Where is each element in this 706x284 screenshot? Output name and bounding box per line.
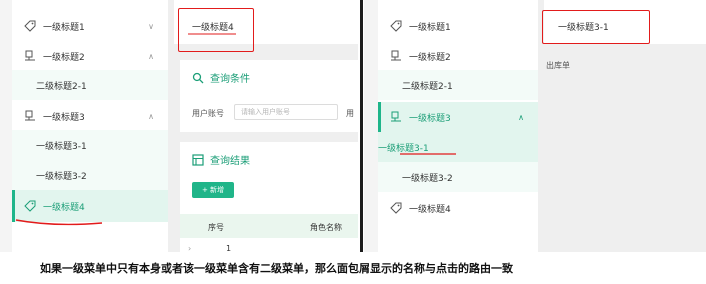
red-underline-annotation (188, 33, 236, 35)
submenu-item-2-1[interactable]: 二级标题2-1 (378, 70, 538, 100)
menu-item-label: 一级标题2 (43, 52, 85, 63)
monitor-icon (390, 50, 402, 62)
menu-item-2[interactable]: 一级标题2 ∧ (12, 42, 168, 70)
monitor-icon (24, 110, 36, 122)
chevron-up-icon: ∧ (518, 112, 524, 122)
menu-item-1[interactable]: 一级标题1 (378, 12, 538, 40)
col-role-header: 角色名称 (310, 223, 342, 232)
menu-item-4[interactable]: 一级标题4 (378, 194, 538, 222)
red-underline-annotation (400, 153, 456, 155)
col-index-header: 序号 (208, 223, 224, 232)
query-title-text: 查询条件 (210, 74, 250, 85)
menu-item-3[interactable]: 一级标题3 ∧ (378, 102, 538, 132)
right-sidebar: 一级标题1 一级标题2 二级标题2-1 一级标题3 ∧ 一级标题3-1 一级标题… (378, 0, 538, 252)
row-index-cell: 1 (226, 244, 232, 252)
table-row[interactable]: › 1 (180, 240, 358, 252)
right-gutter (364, 0, 378, 252)
menu-item-label: 一级标题1 (43, 22, 85, 33)
user-account-label: 用户账号 (192, 109, 224, 118)
chevron-up-icon: ∧ (148, 51, 154, 61)
caption: 如果一级菜单中只有本身或者该一级菜单含有二级菜单，那么面包屑显示的名称与点击的路… (0, 252, 706, 284)
submenu-item-label: 一级标题3-2 (402, 173, 453, 184)
menu-item-label: 一级标题3 (409, 113, 451, 124)
left-content: 一级标题4 查询条件 用户账号 请输入用户账号 用 查询结果 + 新增 序号 角… (168, 0, 358, 252)
query-card: 查询条件 用户账号 请输入用户账号 用 (180, 60, 358, 132)
menu-item-3[interactable]: 一级标题3 ∧ (12, 102, 168, 130)
add-button[interactable]: + 新增 (192, 182, 234, 198)
menu-item-2[interactable]: 一级标题2 (378, 42, 538, 70)
table-icon (192, 153, 204, 166)
expand-icon[interactable]: › (188, 244, 191, 252)
red-underline-annotation (15, 219, 103, 226)
submenu-item-3-1[interactable]: 一级标题3-1 (378, 132, 538, 162)
monitor-icon (390, 111, 402, 123)
menu-item-label: 一级标题4 (43, 202, 85, 213)
page-text: 出库单 (546, 61, 570, 70)
right-panel: 一级标题1 一级标题2 二级标题2-1 一级标题3 ∧ 一级标题3-1 一级标题… (364, 0, 706, 252)
panel-divider (360, 0, 363, 252)
tag-icon (24, 200, 36, 212)
chevron-down-icon: ∨ (148, 21, 154, 31)
submenu-item-3-2[interactable]: 一级标题3-2 (12, 160, 168, 190)
red-box-annotation (178, 8, 254, 52)
menu-item-label: 一级标题1 (409, 22, 451, 33)
monitor-icon (24, 50, 36, 62)
results-card-title: 查询结果 (192, 152, 250, 167)
submenu-item-3-2[interactable]: 一级标题3-2 (378, 162, 538, 192)
screenshot: 一级标题1 ∨ 一级标题2 ∧ 二级标题2-1 一级标题3 ∧ 一级标题3-1 … (0, 0, 706, 284)
tag-icon (390, 20, 402, 32)
tag-icon (24, 20, 36, 32)
query-card-title: 查询条件 (192, 70, 250, 85)
tag-icon (390, 202, 402, 214)
right-content: 一级标题3-1 出库单 (538, 0, 706, 252)
user-account-input[interactable]: 请输入用户账号 (234, 104, 338, 120)
menu-item-label: 一级标题3 (43, 112, 85, 123)
chevron-up-icon: ∧ (148, 111, 154, 121)
left-gutter (0, 0, 12, 252)
submenu-item-2-1[interactable]: 二级标题2-1 (12, 70, 168, 100)
submenu-item-3-1[interactable]: 一级标题3-1 (12, 130, 168, 160)
left-sidebar: 一级标题1 ∨ 一级标题2 ∧ 二级标题2-1 一级标题3 ∧ 一级标题3-1 … (12, 0, 168, 252)
left-panel: 一级标题1 ∨ 一级标题2 ∧ 二级标题2-1 一级标题3 ∧ 一级标题3-1 … (0, 0, 358, 252)
red-box-annotation (542, 10, 650, 44)
menu-item-label: 一级标题2 (409, 52, 451, 63)
user-account-placeholder: 请输入用户账号 (241, 108, 290, 116)
menu-item-1[interactable]: 一级标题1 ∨ (12, 12, 168, 40)
menu-item-label: 一级标题4 (409, 204, 451, 215)
cut-off-label: 用 (346, 109, 354, 118)
search-icon (192, 72, 204, 84)
table-header: 序号 角色名称 (180, 214, 358, 238)
submenu-item-label: 二级标题2-1 (36, 81, 87, 92)
submenu-item-label: 二级标题2-1 (402, 81, 453, 92)
submenu-item-label: 一级标题3-2 (36, 171, 87, 182)
active-indicator (378, 102, 381, 132)
submenu-item-label: 一级标题3-1 (36, 141, 87, 152)
results-title-text: 查询结果 (210, 156, 250, 167)
